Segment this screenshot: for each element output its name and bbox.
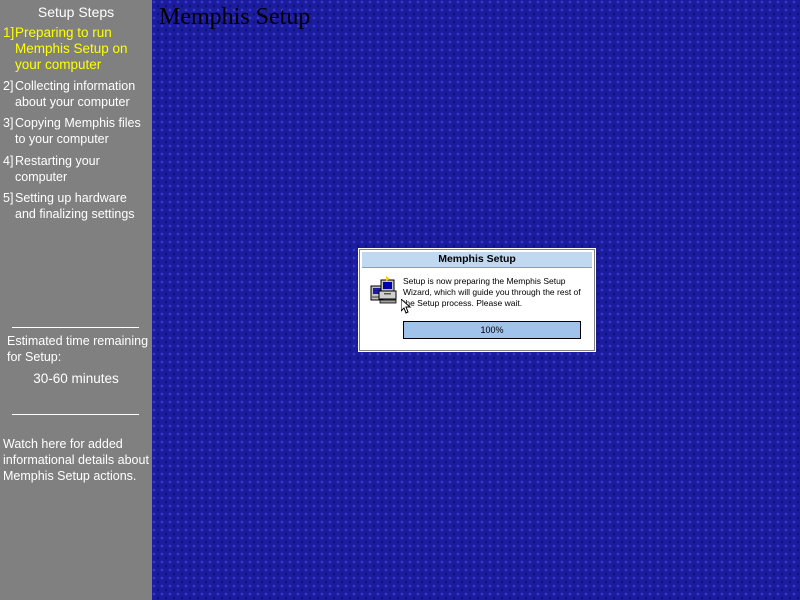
progress-bar: 100% (403, 321, 581, 339)
step-number: 1] (3, 25, 15, 40)
divider (12, 414, 139, 415)
sidebar-title: Setup Steps (37, 4, 115, 20)
page-title: Memphis Setup (159, 4, 311, 30)
step-label: Setting up hardware and finalizing setti… (15, 191, 135, 221)
step-label: Collecting information about your comput… (15, 79, 136, 109)
mouse-cursor-icon (401, 299, 412, 314)
setup-steps-sidebar: Setup Steps 1] Preparing to run Memphis … (0, 0, 152, 600)
step-4: 4] Restarting your computer (3, 153, 149, 185)
dialog-title: Memphis Setup (362, 252, 592, 268)
step-number: 2] (3, 79, 14, 93)
setup-computer-icon (370, 276, 397, 304)
step-label: Copying Memphis files to your computer (15, 116, 141, 146)
estimated-time-value: 30-60 minutes (33, 371, 119, 386)
step-label: Restarting your computer (15, 154, 100, 184)
setup-dialog: Memphis Setup Setup is now preparing the… (358, 248, 596, 352)
estimated-time-label: Estimated time remaining for Setup: (7, 334, 149, 364)
divider (12, 327, 139, 328)
info-text: Watch here for added informational detai… (3, 437, 149, 483)
step-5: 5] Setting up hardware and finalizing se… (3, 190, 149, 222)
progress-percent: 100% (480, 325, 504, 335)
step-number: 4] (3, 154, 14, 168)
dialog-message: Setup is now preparing the Memphis Setup… (403, 276, 581, 308)
step-2: 2] Collecting information about your com… (3, 78, 149, 110)
step-1: 1] Preparing to run Memphis Setup on you… (3, 25, 149, 73)
step-3: 3] Copying Memphis files to your compute… (3, 115, 149, 147)
step-number: 5] (3, 191, 14, 205)
step-number: 3] (3, 116, 14, 130)
step-label: Preparing to run Memphis Setup on your c… (15, 25, 128, 72)
setup-background: Memphis Setup Memphis Setup Setup is now… (152, 0, 800, 600)
